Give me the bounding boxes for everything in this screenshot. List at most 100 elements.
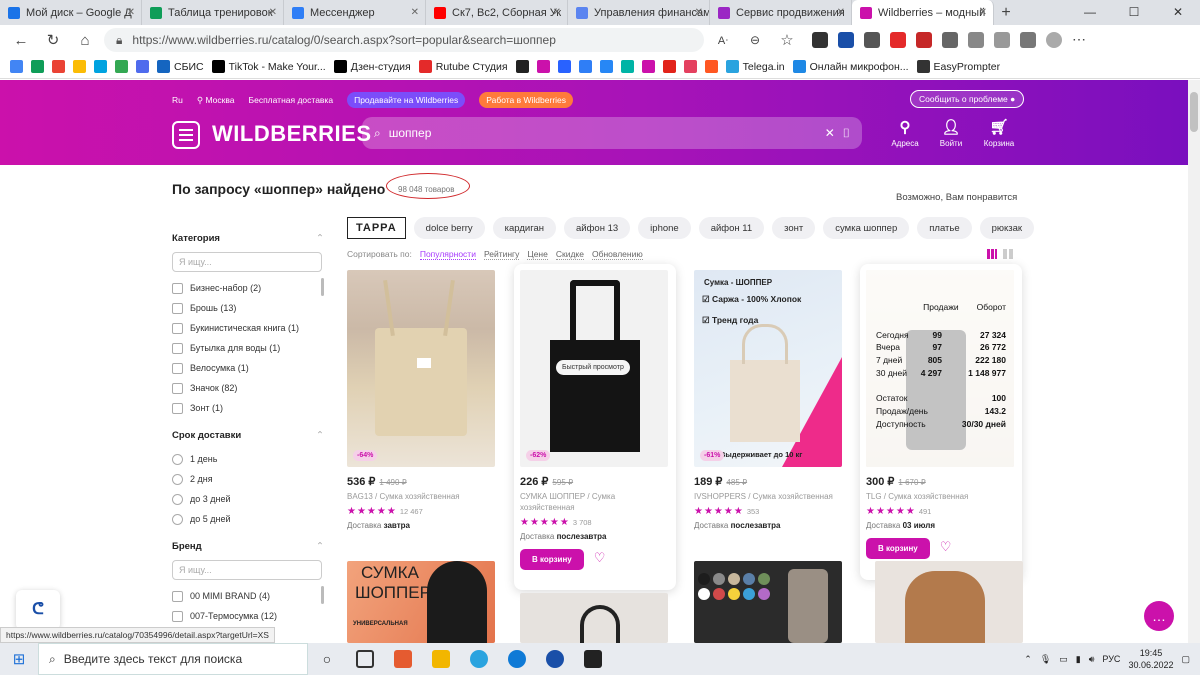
radio-button[interactable] bbox=[172, 493, 183, 505]
extension-icon[interactable] bbox=[838, 32, 854, 48]
taskbar-app[interactable] bbox=[384, 643, 422, 675]
filter-option[interactable]: Букинистическая книга (1) bbox=[172, 318, 324, 338]
bookmark-item[interactable] bbox=[10, 60, 23, 73]
chat-button[interactable]: … bbox=[1144, 601, 1174, 631]
bookmark-item[interactable]: СБИС bbox=[157, 60, 204, 73]
free-delivery-link[interactable]: Бесплатная доставка bbox=[249, 95, 334, 105]
search-chip[interactable]: айфон 13 bbox=[564, 217, 631, 239]
work-at-wb-button[interactable]: Работа в Wildberries bbox=[479, 92, 574, 108]
home-icon[interactable]: ⌂ bbox=[72, 32, 98, 49]
checkbox[interactable] bbox=[172, 382, 183, 394]
cart-button[interactable]: 🛒︎ Корзина bbox=[979, 118, 1019, 148]
sort-option[interactable]: Популярности bbox=[419, 249, 476, 260]
product-brand[interactable]: СУМКА ШОППЕР / Сумка хозяйственная bbox=[520, 491, 670, 513]
report-problem-button[interactable]: Сообщить о проблеме ● bbox=[910, 90, 1025, 108]
product-card[interactable]: Продажи Оборот Сегодня 99 27 324 Вчера 97 26 7… bbox=[860, 264, 1022, 580]
taskbar-search-input[interactable]: Введите здесь текст для поиска bbox=[64, 652, 242, 666]
filter-option[interactable]: Велосумка (1) bbox=[172, 358, 324, 378]
search-chip[interactable]: iphone bbox=[638, 217, 691, 239]
product-image[interactable]: Быстрый просмотр -62% bbox=[520, 270, 668, 467]
login-button[interactable]: 👤︎ Войти bbox=[931, 118, 971, 148]
search-chip[interactable]: рюкзак bbox=[979, 217, 1035, 239]
checkbox[interactable] bbox=[172, 282, 183, 294]
close-tab-icon[interactable]: ✕ bbox=[269, 7, 277, 18]
brand-search-input[interactable]: Я ищу... bbox=[172, 560, 322, 580]
search-chip[interactable]: зонт bbox=[772, 217, 816, 239]
windows-start-button[interactable]: ⊞ bbox=[0, 650, 38, 668]
floating-extension-button[interactable]: ᕦ bbox=[16, 590, 60, 630]
bookmark-item[interactable] bbox=[704, 60, 718, 73]
city-selector[interactable]: ⚲ Москва bbox=[197, 95, 235, 106]
taskbar-app[interactable] bbox=[498, 643, 536, 675]
taskbar-app[interactable] bbox=[460, 643, 498, 675]
battery-icon[interactable]: ▮ bbox=[1076, 654, 1081, 665]
product-image[interactable]: Сумка - ШОППЕР ☑ Саржа - 100% Хлопок ☑ Т… bbox=[694, 270, 842, 467]
browser-tab[interactable]: Мой диск – Google Д ✕ bbox=[0, 0, 142, 25]
taskbar-app[interactable] bbox=[536, 643, 574, 675]
bookmark-item[interactable]: EasyPrompter bbox=[916, 60, 1000, 73]
delivery-filter-header[interactable]: Срок доставки ⌃ bbox=[172, 430, 324, 441]
close-tab-icon[interactable]: ✕ bbox=[553, 7, 561, 18]
browser-tab[interactable]: Wildberries – модный ✕ bbox=[852, 0, 994, 25]
filter-option[interactable]: 2 дня bbox=[172, 469, 324, 489]
extension-icon[interactable] bbox=[916, 32, 932, 48]
sort-option[interactable]: Обновлению bbox=[591, 249, 643, 260]
product-image[interactable] bbox=[875, 561, 1023, 643]
extension-icon[interactable] bbox=[890, 32, 906, 48]
chevron-up-icon[interactable]: ⌃ bbox=[1024, 654, 1032, 665]
search-chip[interactable]: кардиган bbox=[492, 217, 557, 239]
product-brand[interactable]: TLG / Сумка хозяйственная bbox=[866, 491, 1016, 502]
quick-view-button[interactable]: Быстрый просмотр bbox=[556, 360, 630, 375]
zoom-icon[interactable]: ⊖ bbox=[742, 33, 768, 47]
favorite-heart-icon[interactable]: ♡ bbox=[594, 550, 606, 566]
notifications-icon[interactable]: ▢ bbox=[1181, 654, 1190, 665]
extension-icon[interactable] bbox=[864, 32, 880, 48]
filter-option[interactable]: до 5 дней bbox=[172, 509, 324, 529]
filter-option[interactable]: 1 день bbox=[172, 449, 324, 469]
search-chip[interactable]: платье bbox=[917, 217, 972, 239]
search-chip[interactable]: сумка шоппер bbox=[823, 217, 910, 239]
filter-option[interactable]: 007-Термосумка (12) bbox=[172, 606, 324, 626]
product-brand[interactable]: IVSHOPPERS / Сумка хозяйственная bbox=[694, 491, 842, 502]
clear-icon[interactable]: ✕ bbox=[825, 126, 835, 140]
clock[interactable]: 19:45 30.06.2022 bbox=[1128, 647, 1173, 671]
checkbox[interactable] bbox=[172, 590, 183, 602]
bookmark-item[interactable] bbox=[620, 60, 634, 73]
bookmark-item[interactable] bbox=[73, 60, 86, 73]
favorites-icon[interactable] bbox=[994, 32, 1010, 48]
checkbox[interactable] bbox=[172, 610, 183, 622]
cortana-button[interactable]: ○ bbox=[308, 643, 346, 675]
product-image[interactable] bbox=[694, 561, 842, 643]
product-image[interactable]: -64% bbox=[347, 270, 495, 467]
search-chip[interactable]: айфон 11 bbox=[698, 217, 765, 239]
browser-tab[interactable]: Мессенджер ✕ bbox=[284, 0, 426, 25]
brand-filter-header[interactable]: Бренд ⌃ bbox=[172, 541, 324, 552]
scrollbar-thumb[interactable] bbox=[1190, 92, 1198, 132]
browser-tab[interactable]: Ск7, Вс2, Сборная Ук ✕ bbox=[426, 0, 568, 25]
minimize-button[interactable]: — bbox=[1068, 0, 1112, 25]
logo[interactable]: WILDBERRIES bbox=[212, 121, 372, 147]
collections-icon[interactable] bbox=[1020, 32, 1036, 48]
bookmark-item[interactable] bbox=[557, 60, 571, 73]
product-card[interactable]: Быстрый просмотр -62% 226 ₽595 ₽ СУМКА Ш… bbox=[514, 264, 676, 590]
sort-option[interactable]: Цене bbox=[527, 249, 548, 260]
filter-scrollbar[interactable] bbox=[321, 586, 324, 604]
filter-option[interactable]: до 3 дней bbox=[172, 489, 324, 509]
address-bar[interactable]: 🔒︎ https://www.wildberries.ru/catalog/0/… bbox=[104, 28, 704, 52]
more-icon[interactable]: ⋯ bbox=[1072, 32, 1088, 48]
browser-tab[interactable]: Сервис продвижения ✕ bbox=[710, 0, 852, 25]
favorite-heart-icon[interactable]: ♡ bbox=[940, 539, 952, 555]
add-to-cart-button[interactable]: В корзину bbox=[520, 549, 584, 570]
camera-icon[interactable]: ⌷ bbox=[843, 126, 850, 141]
product-image[interactable]: СУМКА ШОППЕР УНИВЕРСАЛЬНАЯ bbox=[347, 561, 495, 643]
bookmark-item[interactable] bbox=[52, 60, 65, 73]
bookmark-item[interactable] bbox=[136, 60, 149, 73]
keyboard-language[interactable]: РУС bbox=[1102, 654, 1120, 664]
radio-button[interactable] bbox=[172, 453, 183, 465]
filter-scrollbar[interactable] bbox=[321, 278, 324, 296]
sort-option[interactable]: Рейтингу bbox=[483, 249, 520, 260]
filter-option[interactable]: Значок (82) bbox=[172, 378, 324, 398]
product-card[interactable]: -64% 536 ₽1 490 ₽ BAG13 / Сумка хозяйств… bbox=[347, 270, 495, 530]
filter-option[interactable]: Бутылка для воды (1) bbox=[172, 338, 324, 358]
sort-option[interactable]: Скидке bbox=[555, 249, 584, 260]
